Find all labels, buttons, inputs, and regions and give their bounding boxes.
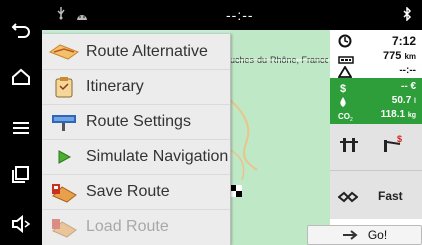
volume-icon[interactable] <box>6 212 36 236</box>
menu-icon[interactable] <box>6 116 36 140</box>
android-navigation-bar <box>0 0 42 245</box>
status-time: --:-- <box>226 7 254 23</box>
route-settings-icon <box>42 105 86 140</box>
android-debug-icon <box>76 8 88 26</box>
back-icon[interactable] <box>6 18 36 42</box>
panel-divider <box>330 170 422 171</box>
co2-unit: kg <box>407 112 416 119</box>
route-info-panel: 7:12 775 km --:-- $ -- € 50.7 l CO 2 118… <box>330 30 422 245</box>
arrival-clock-icon <box>338 34 352 53</box>
route-alternative-icon <box>42 34 86 69</box>
menu-item-load-route: Load Route <box>42 209 230 244</box>
simulate-play-icon <box>42 140 86 175</box>
menu-item-itinerary[interactable]: Itinerary <box>42 69 230 104</box>
fuel-number: 50.7 <box>391 95 412 106</box>
route-menu: Route Alternative Itinerary Route Settin… <box>42 34 231 245</box>
usb-icon <box>56 6 66 25</box>
svg-text:$: $ <box>340 83 346 94</box>
bluetooth-icon <box>402 6 412 26</box>
svg-text:$: $ <box>397 134 402 144</box>
svg-text:CO: CO <box>338 112 350 121</box>
menu-item-route-alternative[interactable]: Route Alternative <box>42 34 230 69</box>
cost-fuel-block: $ -- € 50.7 l CO 2 118.1 kg <box>330 78 422 124</box>
warning-value: --:-- <box>399 65 416 76</box>
distance-unit: km <box>404 52 416 61</box>
save-route-icon <box>42 175 86 210</box>
menu-item-label: Save Route <box>86 183 170 200</box>
route-type-icon[interactable] <box>337 190 359 208</box>
distance-value: 775 km <box>383 50 416 62</box>
arrival-time: 7:12 <box>391 34 416 48</box>
home-icon[interactable] <box>6 65 36 89</box>
arrow-right-icon <box>342 230 358 240</box>
navigation-app-screen: --:-- uches-du-Rhône, France Route Alter… <box>0 0 422 245</box>
toll-road-icon[interactable]: $ <box>382 134 406 159</box>
recent-apps-icon[interactable] <box>6 162 36 186</box>
co2-value: 118.1 kg <box>381 109 416 120</box>
menu-item-route-settings[interactable]: Route Settings <box>42 104 230 139</box>
menu-item-label: Simulate Navigation <box>86 148 228 165</box>
menu-item-label: Route Alternative <box>86 42 208 60</box>
menu-item-label: Itinerary <box>86 78 144 95</box>
distance-number: 775 <box>383 50 402 62</box>
menu-item-simulate-navigation[interactable]: Simulate Navigation <box>42 139 230 174</box>
itinerary-icon <box>42 70 86 105</box>
svg-text:2: 2 <box>350 117 353 122</box>
menu-item-save-route[interactable]: Save Route <box>42 174 230 209</box>
cost-value: -- € <box>401 81 416 92</box>
fuel-unit: l <box>414 98 416 105</box>
highway-icon[interactable] <box>340 136 358 159</box>
go-label: Go! <box>367 228 388 242</box>
status-bar: --:-- <box>42 0 422 30</box>
route-type-label: Fast <box>378 189 403 203</box>
menu-item-label: Load Route <box>86 218 169 235</box>
go-button[interactable]: Go! <box>307 225 422 245</box>
menu-item-label: Route Settings <box>86 113 191 130</box>
load-route-icon <box>42 210 86 245</box>
fuel-value: 50.7 l <box>392 95 416 106</box>
co2-number: 118.1 <box>380 109 406 120</box>
checkered-flag-icon <box>230 185 242 197</box>
